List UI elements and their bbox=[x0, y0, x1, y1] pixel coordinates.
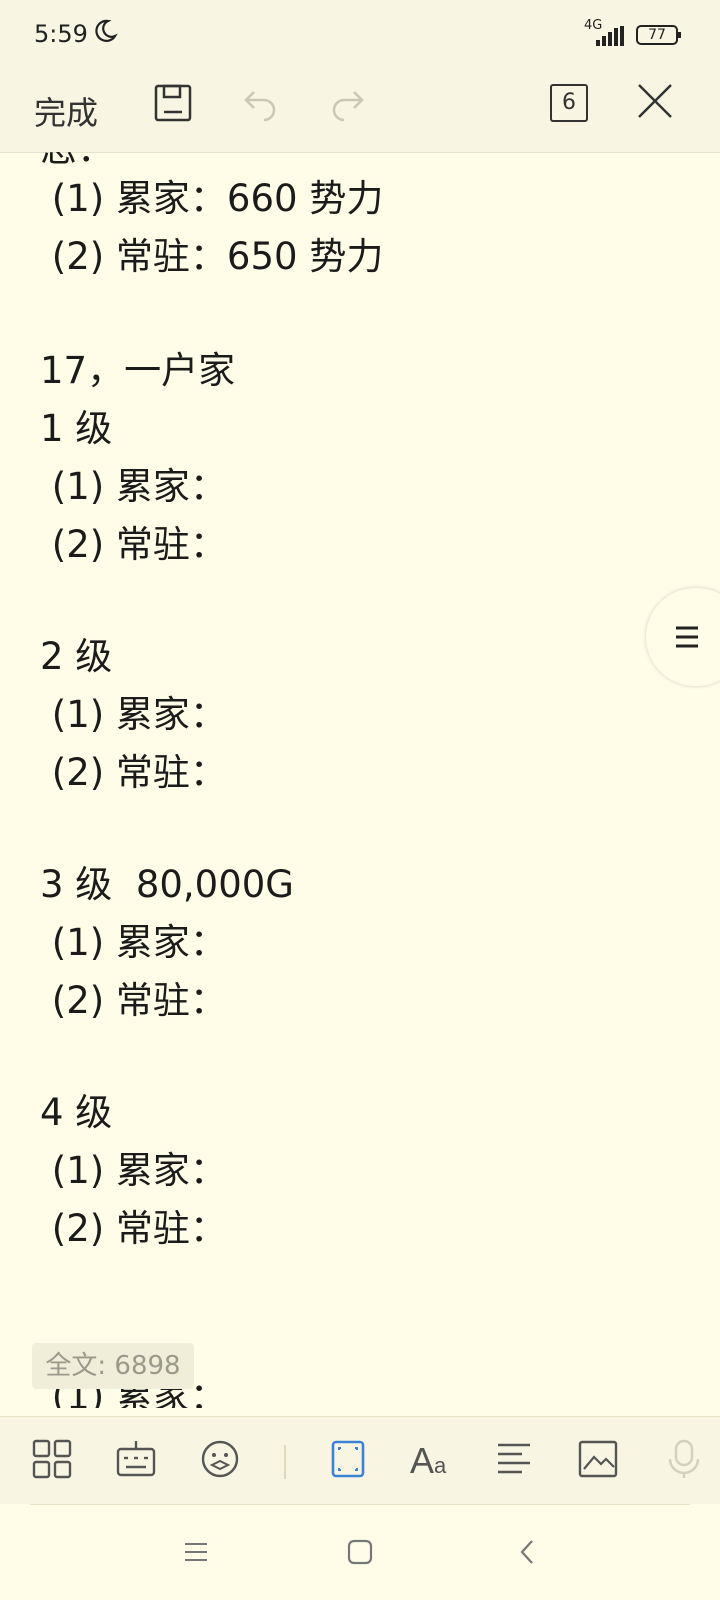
system-nav-bar bbox=[0, 1504, 720, 1600]
word-count-badge: 全文: 6898 bbox=[32, 1343, 194, 1389]
status-time: 5:59 bbox=[34, 20, 88, 48]
svg-text:a: a bbox=[434, 1453, 447, 1478]
document-body[interactable]: 态： (1) 累家：660 势力 (2) 常驻：650 势力 17，一户家 1 … bbox=[0, 152, 720, 1408]
doc-line: 4 级 bbox=[40, 1091, 113, 1134]
toolbar-divider bbox=[284, 1445, 286, 1479]
menu-lines-icon bbox=[676, 626, 698, 648]
doc-line: (1) 累家： bbox=[40, 921, 227, 964]
done-button[interactable]: 完成 bbox=[34, 88, 98, 134]
image-icon[interactable] bbox=[578, 1439, 618, 1479]
undo-icon[interactable] bbox=[242, 84, 280, 122]
editor-toolbar: 完成 6 bbox=[0, 70, 720, 153]
page-count: 6 bbox=[562, 90, 576, 115]
doc-line: (1) 累家： bbox=[40, 1149, 227, 1192]
doc-line: (2) 常驻： bbox=[40, 523, 227, 566]
mic-icon[interactable] bbox=[664, 1439, 704, 1479]
doc-line: (2) 常驻： bbox=[40, 1207, 227, 1250]
doc-line: 2 级 bbox=[40, 635, 113, 678]
save-icon[interactable] bbox=[154, 84, 192, 122]
doc-line: 3 级 80,000G bbox=[40, 863, 294, 906]
doc-line: (2) 常驻： bbox=[40, 979, 227, 1022]
doc-line: (2) 常驻： bbox=[40, 751, 227, 794]
status-bar: 5:59 4G 77 bbox=[0, 0, 720, 70]
redo-icon[interactable] bbox=[328, 84, 366, 122]
keyboard-icon[interactable] bbox=[116, 1439, 156, 1479]
nav-divider bbox=[30, 1504, 690, 1505]
doc-line: 17，一户家 bbox=[40, 349, 236, 392]
battery-level: 77 bbox=[648, 27, 666, 43]
doc-line: (1) 累家：660 势力 bbox=[40, 177, 384, 220]
home-icon[interactable] bbox=[346, 1538, 374, 1566]
apps-icon[interactable] bbox=[32, 1439, 72, 1479]
doc-line: 1 级 bbox=[40, 407, 113, 450]
emoji-icon[interactable] bbox=[200, 1439, 240, 1479]
doc-line: (1) 累家： bbox=[40, 693, 227, 736]
doc-line: (2) 常驻：650 势力 bbox=[40, 235, 384, 278]
font-icon[interactable]: A a bbox=[410, 1439, 454, 1479]
menu-icon[interactable] bbox=[182, 1538, 210, 1566]
close-icon[interactable] bbox=[636, 82, 674, 120]
back-icon[interactable] bbox=[514, 1538, 542, 1566]
moon-icon bbox=[95, 19, 118, 42]
format-toolbar: A a bbox=[0, 1416, 720, 1505]
page-count-button[interactable]: 6 bbox=[550, 84, 588, 122]
fullscreen-icon[interactable] bbox=[330, 1439, 366, 1479]
signal-icon bbox=[596, 26, 624, 46]
svg-text:A: A bbox=[410, 1440, 434, 1479]
align-icon[interactable] bbox=[494, 1439, 534, 1479]
doc-line: 态： bbox=[40, 152, 114, 172]
doc-line: (1) 累家： bbox=[40, 465, 227, 508]
